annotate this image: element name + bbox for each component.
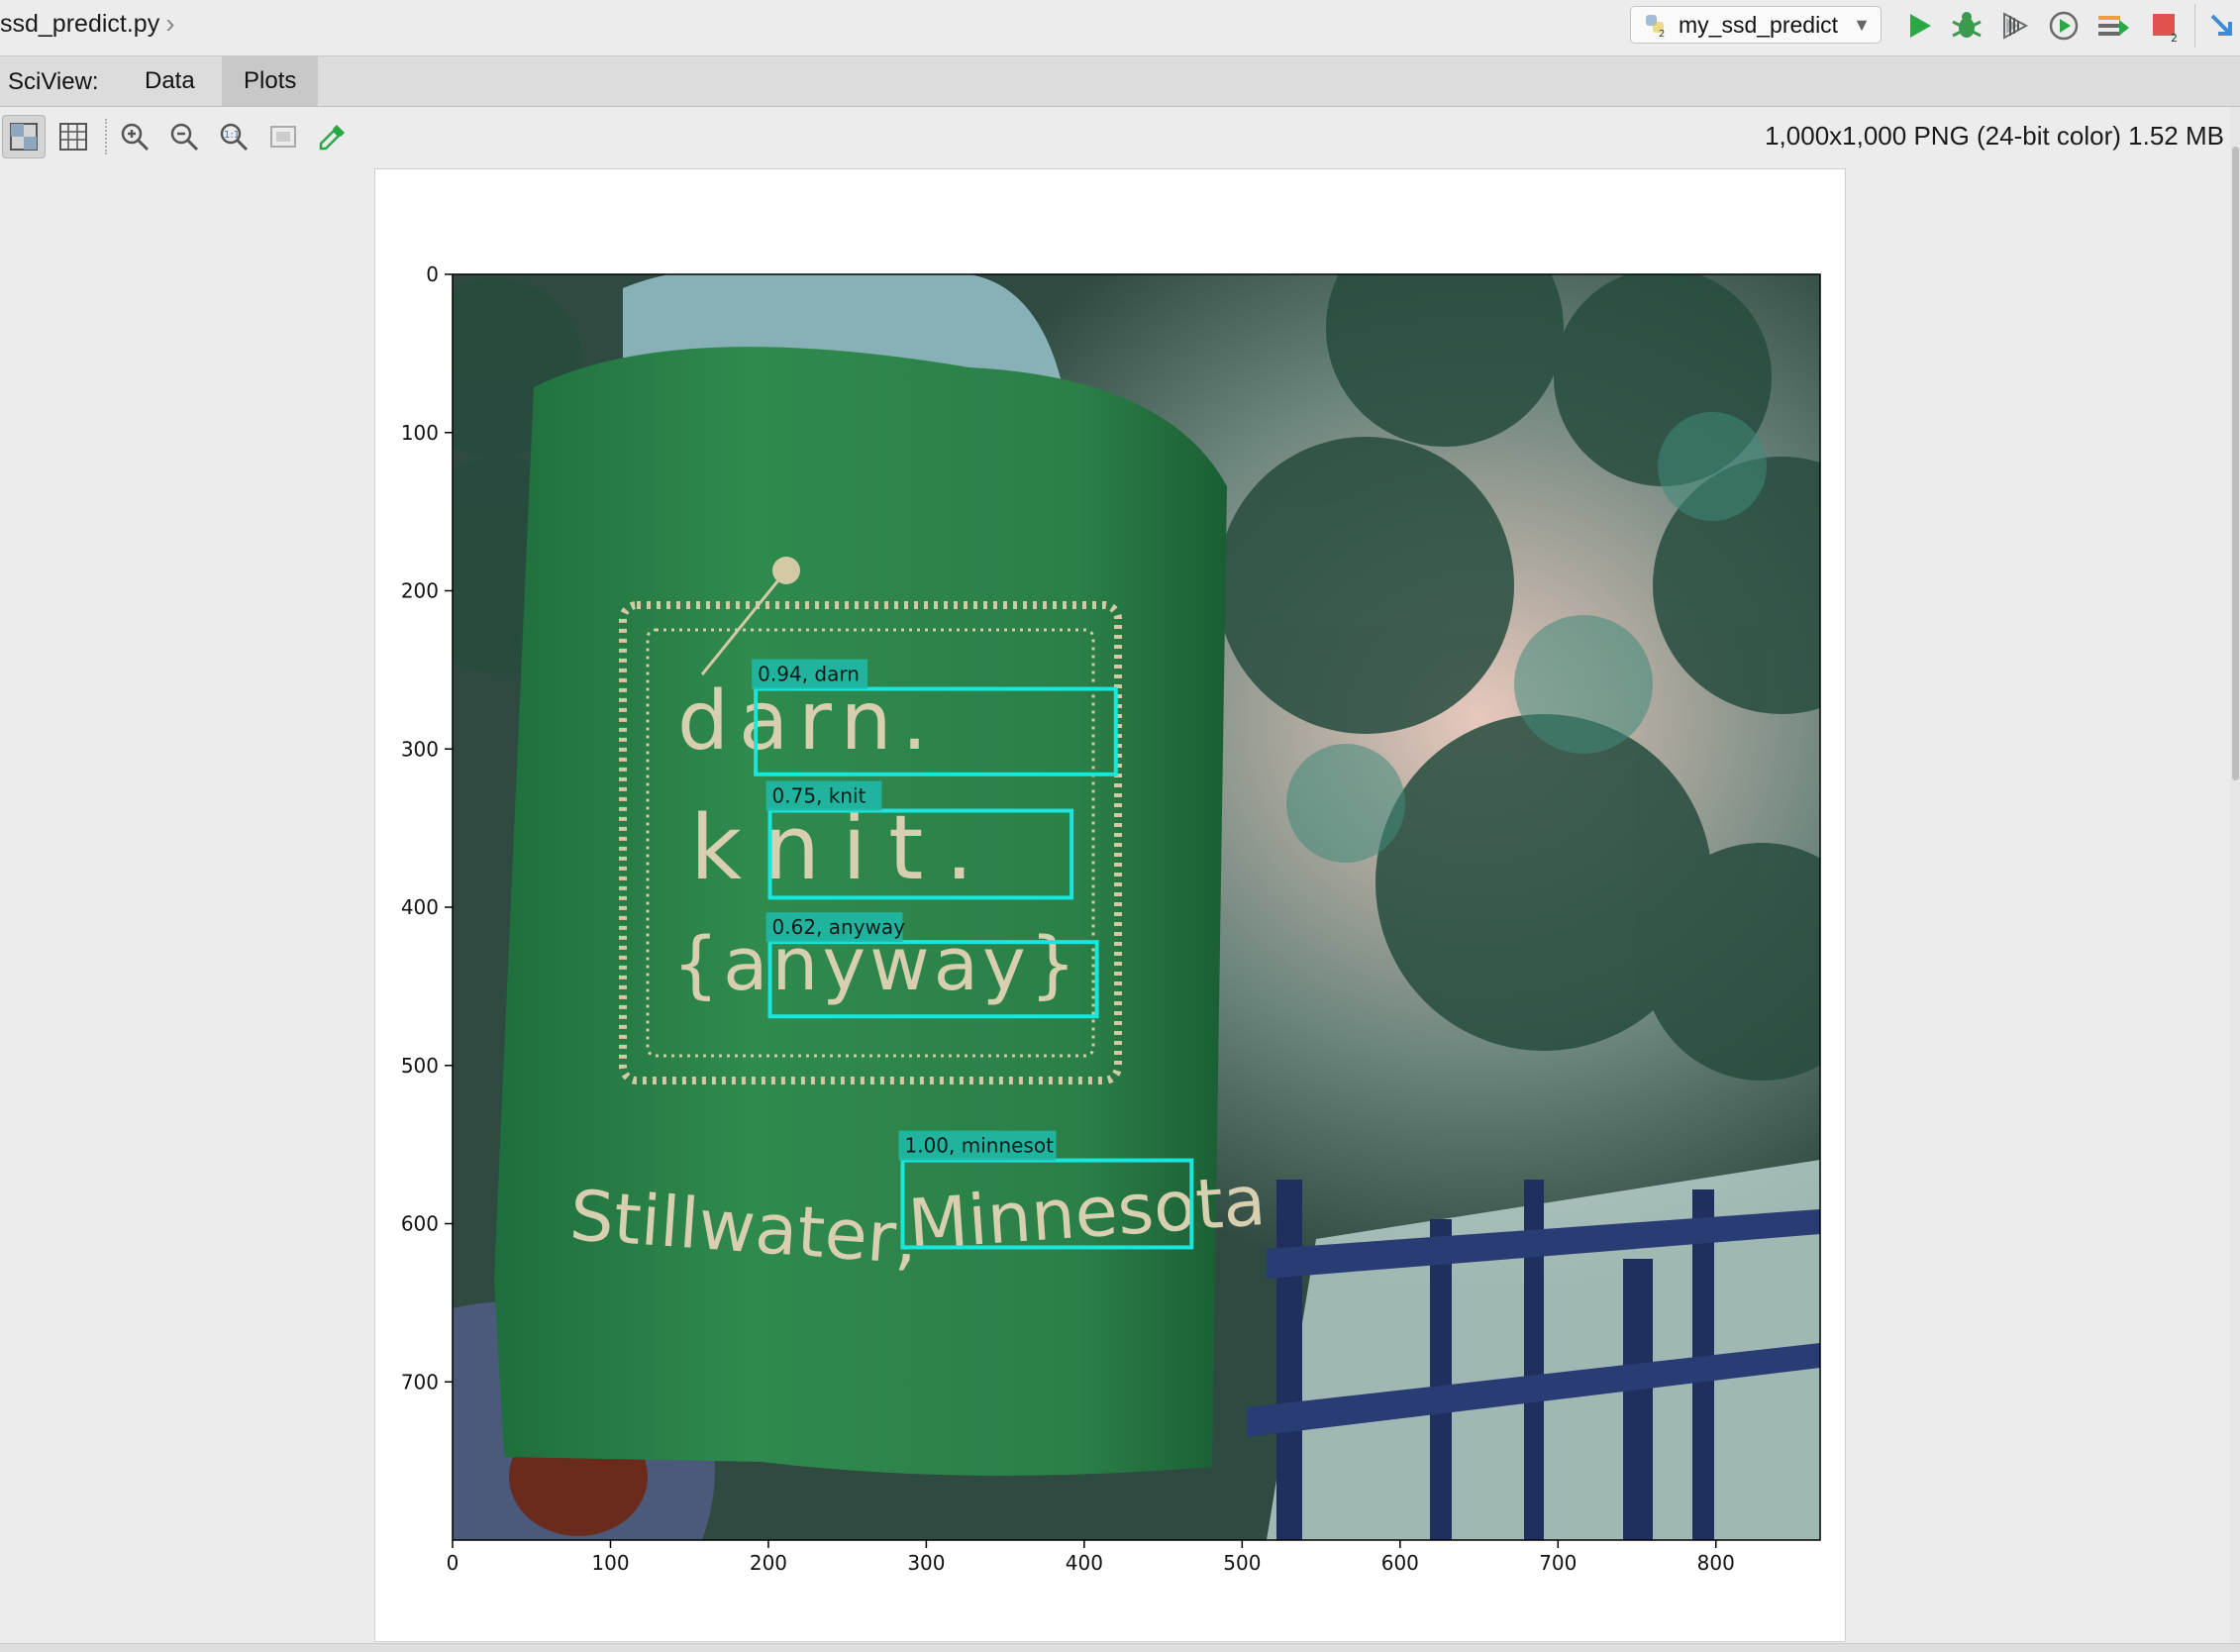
y-tick-label: 200 — [401, 579, 439, 603]
grid-toggle-button[interactable] — [51, 115, 95, 158]
separator — [105, 119, 108, 155]
x-tick-label: 0 — [447, 1551, 459, 1575]
actual-size-icon: 1:1 — [220, 123, 249, 152]
svg-text:2: 2 — [1659, 29, 1665, 38]
fit-icon — [270, 126, 296, 148]
actual-size-button[interactable]: 1:1 — [212, 115, 255, 158]
chevron-down-icon: ▼ — [1853, 14, 1871, 35]
tab-data[interactable]: Data — [123, 56, 217, 106]
x-tick-label: 800 — [1697, 1551, 1735, 1575]
stop-icon[interactable]: 2 — [2147, 8, 2183, 44]
status-strip — [0, 1643, 2240, 1652]
vertical-scrollbar[interactable] — [2230, 107, 2240, 1652]
svg-text:1:1: 1:1 — [224, 130, 240, 141]
color-picker-icon — [319, 125, 345, 151]
y-tick-label: 500 — [401, 1054, 439, 1078]
detection-plot: darn. knit. {anyway} Stillwater, Minneso… — [401, 262, 1821, 1575]
y-tick-label: 300 — [401, 737, 439, 761]
y-tick-label: 700 — [401, 1370, 439, 1394]
x-tick-label: 200 — [750, 1551, 787, 1575]
zoom-out-icon — [170, 123, 199, 152]
tab-plots[interactable]: Plots — [222, 56, 319, 106]
separator — [2194, 4, 2195, 48]
run-with-coverage-icon[interactable] — [1996, 8, 2032, 44]
detection-label: 0.94, darn — [758, 663, 860, 686]
plot-canvas[interactable]: darn. knit. {anyway} Stillwater, Minneso… — [374, 168, 1846, 1642]
x-tick-label: 500 — [1223, 1551, 1261, 1575]
y-axis: 0 100 200 300 400 500 600 700 — [401, 262, 453, 1394]
y-tick-label: 600 — [401, 1212, 439, 1236]
x-tick-label: 400 — [1066, 1551, 1103, 1575]
run-configuration-select[interactable]: 2 my_ssd_predict ▼ — [1630, 6, 1882, 44]
y-tick-label: 0 — [426, 262, 439, 286]
y-tick-label: 400 — [401, 895, 439, 919]
x-tick-label: 700 — [1539, 1551, 1577, 1575]
detection-label: 0.75, knit — [772, 784, 866, 808]
detection-label: 0.62, anyway — [772, 915, 906, 939]
title-bar: ssd_predict.py › 2 my_ssd_predict ▼ 2 — [0, 0, 2240, 56]
x-axis: 0 100 200 300 400 500 600 700 800 — [447, 1540, 1735, 1575]
zoom-in-icon — [121, 123, 150, 152]
fit-zoom-button[interactable] — [261, 115, 305, 158]
plot-toolbar: 1:1 1,000x1,000 PNG (24-bit color) 1.52 … — [0, 107, 2240, 166]
sciview-label: SciView: — [8, 68, 99, 95]
chevron-right-icon: › — [165, 8, 175, 39]
y-tick-label: 100 — [401, 421, 439, 445]
debug-icon[interactable] — [1949, 8, 1985, 44]
run-config-name: my_ssd_predict — [1679, 11, 1839, 38]
svg-text:2: 2 — [2171, 32, 2178, 44]
chessboard-icon — [10, 123, 38, 151]
image-info: 1,000x1,000 PNG (24-bit color) 1.52 MB — [1765, 121, 2224, 151]
breadcrumb[interactable]: ssd_predict.py › — [0, 8, 175, 40]
python-icon: 2 — [1646, 15, 1665, 38]
zoom-out-button[interactable] — [162, 115, 206, 158]
color-picker-button[interactable] — [311, 115, 355, 158]
chessboard-toggle-button[interactable] — [2, 115, 46, 158]
x-tick-label: 300 — [907, 1551, 945, 1575]
detection-label: 1.00, minnesot — [904, 1134, 1054, 1158]
x-tick-label: 100 — [591, 1551, 629, 1575]
scrollbar-thumb[interactable] — [2232, 147, 2239, 780]
breadcrumb-file[interactable]: ssd_predict.py — [0, 10, 159, 39]
x-tick-label: 600 — [1381, 1551, 1419, 1575]
grid-icon — [59, 123, 87, 151]
run-concurrency-icon[interactable] — [2095, 8, 2131, 44]
zoom-in-button[interactable] — [113, 115, 156, 158]
photo: darn. knit. {anyway} Stillwater, Minneso… — [453, 274, 1820, 1540]
profile-icon[interactable] — [2046, 8, 2082, 44]
vcs-update-icon[interactable] — [2204, 8, 2240, 44]
run-icon[interactable] — [1901, 8, 1937, 44]
sciview-tab-bar: SciView: Data Plots — [0, 56, 2240, 107]
